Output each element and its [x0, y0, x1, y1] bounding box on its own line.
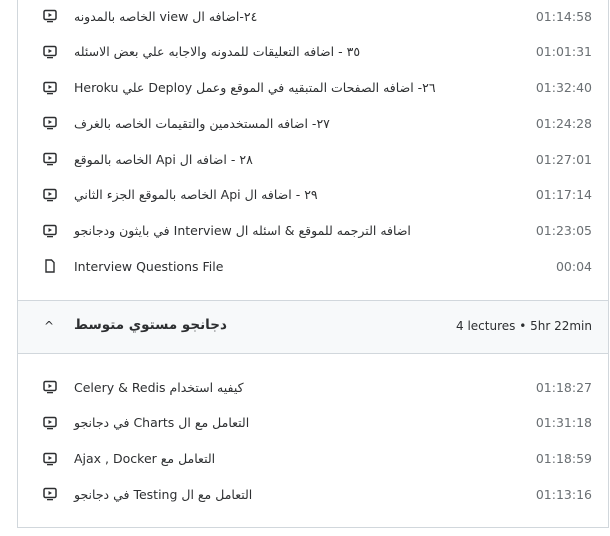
lecture-duration: 01:13:16	[535, 486, 592, 502]
lecture-title[interactable]: التعامل مع ال Charts في دجانجو	[74, 415, 249, 430]
video-icon	[43, 487, 57, 501]
lecture-title[interactable]: كيفيه استخدام Celery & Redis	[74, 380, 244, 395]
lecture-item[interactable]: ٣٥ - اضافه التعليقات للمدونه والاجابه عل…	[18, 34, 608, 70]
lecture-title[interactable]: التعامل مع Ajax , Docker	[74, 451, 215, 466]
video-icon	[43, 188, 57, 202]
lecture-item[interactable]: ٢٦- اضافه الصفحات المتبقيه في الموقع وعم…	[18, 70, 608, 106]
lecture-title[interactable]: اضافه الترجمه للموقع & اسئله ال Intervie…	[74, 223, 411, 238]
lecture-title[interactable]: ٢٨ - اضافه ال Api الخاصه بالموقع	[74, 152, 253, 167]
lecture-item[interactable]: التعامل مع Ajax , Docker 01:18:59	[18, 441, 608, 477]
lecture-duration: 01:18:59	[535, 451, 592, 466]
video-icon	[43, 45, 57, 59]
lecture-item[interactable]: ٢٤-اضافه ال view الخاصه بالمدونه 01:14:58	[18, 0, 608, 34]
lecture-title[interactable]: ٢٩ - اضافه ال Api الخاصه بالموقع الجزء ا…	[74, 187, 318, 202]
video-icon	[43, 152, 57, 166]
lecture-duration: 01:31:18	[535, 415, 592, 431]
chevron-up-icon[interactable]: ^	[44, 319, 54, 333]
lecture-duration: 01:01:31	[535, 44, 592, 60]
video-icon	[43, 81, 57, 95]
video-icon	[43, 9, 57, 23]
lecture-title[interactable]: ٢٧- اضافه المستخدمين والتقيمات الخاصه با…	[74, 116, 330, 131]
lecture-duration: 01:18:27	[535, 379, 592, 395]
section-header[interactable]: ^ دجانجو مستوي متوسط 4 lectures • 5hr 22…	[18, 300, 608, 354]
curriculum-panel: ٢٤-اضافه ال view الخاصه بالمدونه 01:14:58…	[17, 0, 609, 528]
lecture-item[interactable]: التعامل مع ال Testing في دجانجو 01:13:16	[18, 476, 608, 512]
video-icon	[43, 380, 57, 394]
lecture-duration: 00:04	[555, 258, 592, 274]
lecture-duration: 01:17:14	[535, 187, 592, 203]
lecture-item[interactable]: كيفيه استخدام Celery & Redis 01:18:27	[18, 369, 608, 405]
lecture-title[interactable]: التعامل مع ال Testing في دجانجو	[74, 487, 252, 502]
video-icon	[43, 224, 57, 238]
lecture-item[interactable]: ٢٨ - اضافه ال Api الخاصه بالموقع 01:27:01	[18, 141, 608, 177]
lecture-item[interactable]: اضافه الترجمه للموقع & اسئله ال Intervie…	[18, 213, 608, 249]
lecture-duration: 01:32:40	[535, 80, 592, 95]
video-icon	[43, 116, 57, 130]
lecture-item[interactable]: ٢٩ - اضافه ال Api الخاصه بالموقع الجزء ا…	[18, 177, 608, 213]
lecture-duration: 01:23:05	[535, 223, 592, 238]
lecture-title[interactable]: ٢٤-اضافه ال view الخاصه بالمدونه	[74, 9, 257, 24]
lecture-duration: 01:27:01	[535, 151, 592, 167]
lecture-title[interactable]: ٣٥ - اضافه التعليقات للمدونه والاجابه عل…	[74, 44, 360, 59]
lecture-item[interactable]: ٢٧- اضافه المستخدمين والتقيمات الخاصه با…	[18, 105, 608, 141]
lecture-duration: 01:24:28	[535, 115, 592, 131]
video-icon	[43, 416, 57, 430]
section-title: دجانجو مستوي متوسط	[74, 317, 227, 333]
section-meta: 4 lectures • 5hr 22min	[456, 319, 592, 333]
lecture-item[interactable]: Interview Questions File 00:04	[18, 248, 608, 284]
file-icon	[43, 259, 57, 273]
lecture-item[interactable]: التعامل مع ال Charts في دجانجو 01:31:18	[18, 405, 608, 441]
video-icon	[43, 452, 57, 466]
lecture-duration: 01:14:58	[535, 8, 592, 24]
lecture-title[interactable]: ٢٦- اضافه الصفحات المتبقيه في الموقع وعم…	[74, 80, 436, 95]
lecture-title[interactable]: Interview Questions File	[74, 259, 223, 274]
